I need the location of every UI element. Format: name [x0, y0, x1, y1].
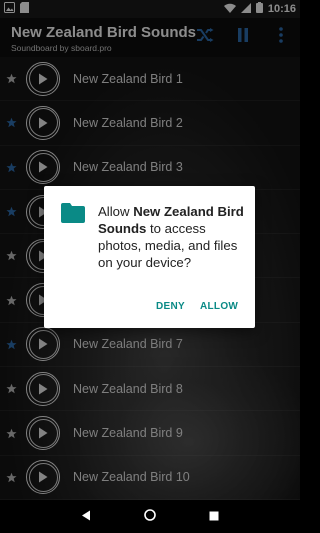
recents-icon[interactable]: [209, 508, 219, 526]
allow-button[interactable]: ALLOW: [200, 301, 238, 312]
nav-bar: [0, 500, 300, 533]
permission-message: Allow New Zealand Bird Sounds to access …: [98, 203, 248, 271]
back-icon[interactable]: [81, 508, 91, 526]
permission-dialog: Allow New Zealand Bird Sounds to access …: [44, 186, 255, 328]
home-icon[interactable]: [144, 508, 156, 526]
deny-button[interactable]: DENY: [156, 301, 185, 312]
folder-icon: [61, 203, 85, 228]
message-prefix: Allow: [98, 204, 134, 219]
